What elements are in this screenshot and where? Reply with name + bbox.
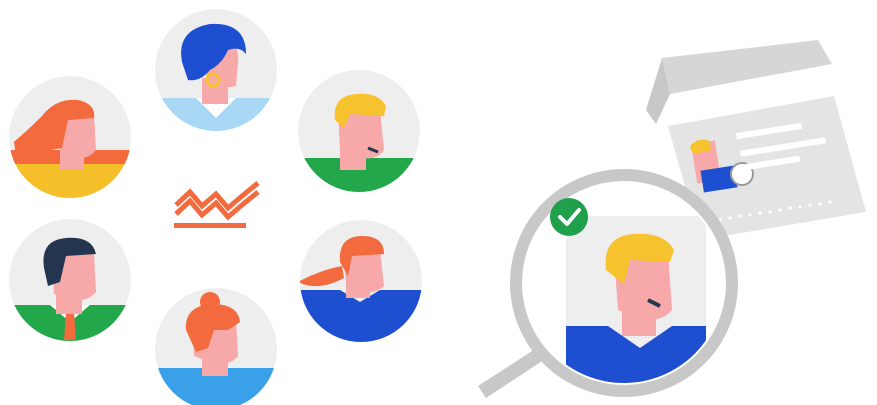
check-badge-icon (550, 198, 588, 236)
avatar-blonde-man (298, 70, 420, 192)
illustration-scene (9, 9, 866, 405)
zigzag-trend-icon (174, 181, 260, 228)
avatar-dark-hair-man (9, 219, 131, 341)
avatar-bun-woman (155, 288, 277, 405)
avatar-ponytail-woman (300, 220, 422, 342)
magnifying-glass-icon (478, 169, 738, 398)
avatar-redhead-woman (9, 76, 131, 198)
avatar-curly-hair-woman (155, 9, 277, 131)
